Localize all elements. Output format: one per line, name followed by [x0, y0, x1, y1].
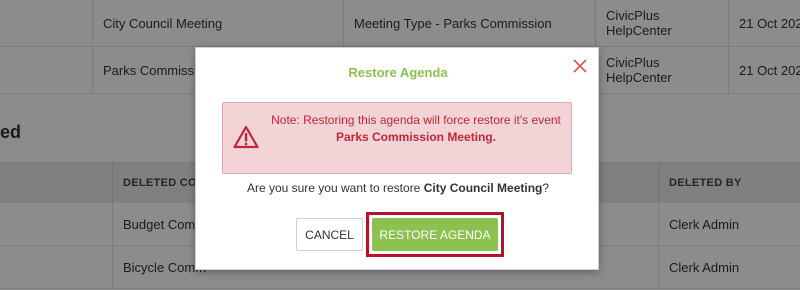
question-agenda-name: City Council Meeting: [423, 181, 543, 195]
warning-alert: Note: Restoring this agenda will force r…: [222, 102, 572, 174]
cancel-button[interactable]: CANCEL: [296, 218, 363, 251]
warning-icon: [233, 125, 259, 149]
alert-message: Note: Restoring this agenda will force r…: [271, 112, 561, 146]
question-suffix: ?: [542, 181, 550, 195]
restore-agenda-dialog: Restore Agenda Note: Restoring this agen…: [195, 47, 599, 270]
restore-agenda-button[interactable]: RESTORE AGENDA: [372, 218, 498, 251]
alert-message-prefix: Note: Restoring this agenda will force r…: [271, 113, 561, 127]
alert-event-name: Parks Commission Meeting.: [335, 130, 497, 144]
close-icon[interactable]: [572, 58, 588, 74]
confirm-question: Are you sure you want to restore City Co…: [196, 181, 600, 195]
question-prefix: Are you sure you want to restore: [246, 181, 424, 195]
restore-button-highlight: RESTORE AGENDA: [366, 212, 504, 257]
dialog-title: Restore Agenda: [348, 65, 448, 80]
